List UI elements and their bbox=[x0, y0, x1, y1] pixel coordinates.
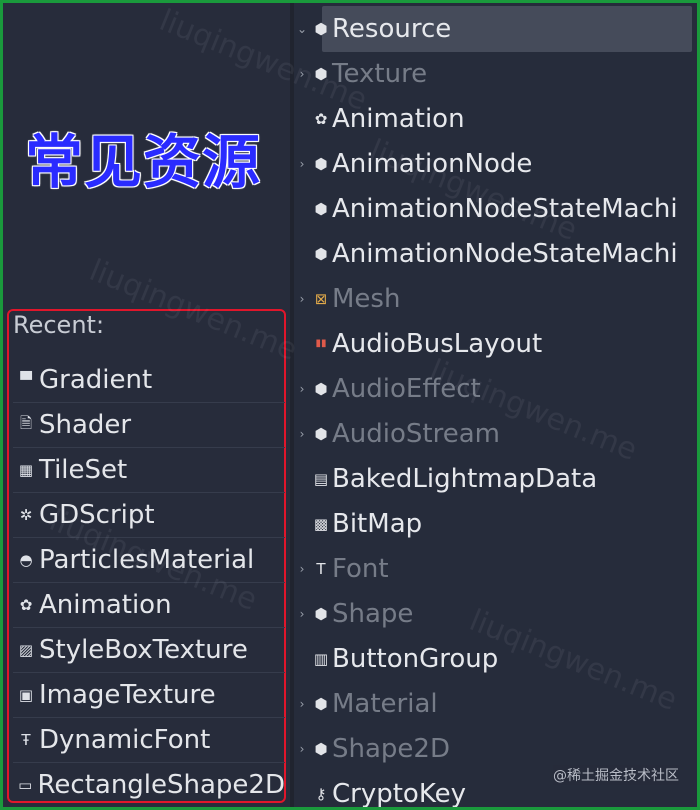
lightmap-icon: ▤ bbox=[313, 469, 329, 488]
tree-item-label: ButtonGroup bbox=[332, 643, 499, 674]
recent-item[interactable]: ▀ Gradient bbox=[13, 358, 285, 403]
tree-item[interactable]: › ⊠ Mesh bbox=[294, 276, 697, 321]
shader-icon: 🗎 bbox=[19, 413, 33, 432]
tree-item[interactable]: › ⬢ Shape bbox=[294, 591, 697, 636]
recent-item-label: GDScript bbox=[39, 500, 155, 530]
tree-item-label: AudioBusLayout bbox=[332, 328, 543, 359]
recent-item[interactable]: ▨ StyleBoxTexture bbox=[13, 628, 285, 673]
tree-item-label: Animation bbox=[332, 103, 465, 134]
recent-item-label: Shader bbox=[39, 410, 132, 440]
film-reel-icon: ✿ bbox=[314, 109, 328, 128]
font-icon: T bbox=[316, 559, 326, 578]
expand-arrow-icon[interactable]: › bbox=[294, 67, 310, 81]
resource-tree: ⌄ ⬢ Resource › ⬢ Texture ✿ Animation › ⬢ Animation… bbox=[294, 3, 697, 807]
tree-item-label: CryptoKey bbox=[332, 778, 466, 808]
tree-item[interactable]: › T Font bbox=[294, 546, 697, 591]
tree-item-label: AnimationNodeStateMachi bbox=[332, 238, 678, 269]
tree-item-label: Font bbox=[332, 553, 389, 584]
credit-text: @稀土掘金技术社区 bbox=[553, 765, 679, 785]
cube-icon: ⬢ bbox=[314, 64, 328, 83]
tree-item-label: Texture bbox=[332, 58, 428, 89]
recent-item[interactable]: ✲ GDScript bbox=[13, 493, 285, 538]
particles-icon: ◓ bbox=[19, 551, 33, 569]
film-reel-icon: ✿ bbox=[19, 596, 33, 614]
gradient-icon: ▀ bbox=[20, 371, 32, 389]
tree-item-label: BakedLightmapData bbox=[332, 463, 598, 494]
cube-icon: ⬢ bbox=[314, 19, 328, 38]
cube-icon: ⬢ bbox=[314, 199, 328, 218]
audio-bus-icon: ▮▮ bbox=[315, 338, 327, 349]
tree-item[interactable]: › ⬢ AnimationNode bbox=[294, 141, 697, 186]
cube-icon: ⬢ bbox=[314, 154, 328, 173]
tree-item-label: AnimationNodeStateMachi bbox=[332, 193, 678, 224]
expand-arrow-icon[interactable]: › bbox=[294, 742, 310, 756]
recent-item-label: TileSet bbox=[39, 455, 128, 485]
tree-item[interactable]: › ⬢ AudioEffect bbox=[294, 366, 697, 411]
tree-item-label: AudioEffect bbox=[332, 373, 481, 404]
recent-item[interactable]: ▭ RectangleShape2D bbox=[13, 763, 285, 807]
recent-item-label: ImageTexture bbox=[39, 680, 216, 710]
expand-arrow-icon[interactable]: › bbox=[294, 157, 310, 171]
recent-item[interactable]: ◓ ParticlesMaterial bbox=[13, 538, 285, 583]
button-group-icon: ▥ bbox=[313, 649, 329, 668]
left-pane: 常见资源 Recent: ▀ Gradient 🗎 Shader ▦ TileSet ✲ GD… bbox=[3, 3, 290, 807]
expand-arrow-icon[interactable]: › bbox=[294, 607, 310, 621]
font-icon: Ŧ bbox=[21, 731, 31, 749]
recent-item[interactable]: 🗎 Shader bbox=[13, 403, 285, 448]
recent-item[interactable]: ▣ ImageTexture bbox=[13, 673, 285, 718]
tree-item[interactable]: › ⬢ Texture bbox=[294, 51, 697, 96]
tree-item-label: Resource bbox=[332, 13, 452, 44]
cube-icon: ⬢ bbox=[314, 244, 328, 263]
recent-item-label: ParticlesMaterial bbox=[39, 545, 255, 575]
expand-arrow-icon[interactable]: ⌄ bbox=[294, 22, 310, 36]
page-title: 常见资源 bbox=[25, 128, 262, 196]
recent-item-label: Animation bbox=[39, 590, 172, 620]
cube-icon: ⬢ bbox=[314, 739, 328, 758]
image-icon: ▣ bbox=[18, 686, 34, 704]
expand-arrow-icon[interactable]: › bbox=[294, 427, 310, 441]
rectangle-icon: ▭ bbox=[18, 776, 33, 794]
tree-item[interactable]: ▤ BakedLightmapData bbox=[294, 456, 697, 501]
expand-arrow-icon[interactable]: › bbox=[294, 382, 310, 396]
recent-item-label: StyleBoxTexture bbox=[39, 635, 248, 665]
editor-frame: 常见资源 Recent: ▀ Gradient 🗎 Shader ▦ TileSet ✲ GD… bbox=[3, 3, 697, 807]
bitmap-icon: ▩ bbox=[313, 514, 329, 533]
tree-item[interactable]: › ⬢ Material bbox=[294, 681, 697, 726]
recent-item-label: RectangleShape2D bbox=[37, 770, 286, 800]
tileset-icon: ▦ bbox=[18, 461, 34, 479]
tree-item[interactable]: › ⬢ AudioStream bbox=[294, 411, 697, 456]
tree-item[interactable]: ▥ ButtonGroup bbox=[294, 636, 697, 681]
recent-list: ▀ Gradient 🗎 Shader ▦ TileSet ✲ GDScript ◓ Partic… bbox=[13, 358, 285, 807]
tree-item-label: AudioStream bbox=[332, 418, 500, 449]
tree-item-label: Material bbox=[332, 688, 438, 719]
tree-item-label: BitMap bbox=[332, 508, 423, 539]
tree-item-label: AnimationNode bbox=[332, 148, 533, 179]
mesh-icon: ⊠ bbox=[314, 289, 328, 308]
cube-icon: ⬢ bbox=[314, 694, 328, 713]
tree-item[interactable]: ⬢ AnimationNodeStateMachi bbox=[294, 186, 697, 231]
tree-item[interactable]: ▮▮ AudioBusLayout bbox=[294, 321, 697, 366]
cube-icon: ⬢ bbox=[314, 604, 328, 623]
recent-label: Recent: bbox=[13, 311, 105, 339]
gear-icon: ✲ bbox=[19, 506, 33, 524]
recent-item-label: DynamicFont bbox=[39, 725, 211, 755]
tree-item-label: Shape2D bbox=[332, 733, 450, 764]
cube-icon: ⬢ bbox=[314, 379, 328, 398]
recent-item[interactable]: ✿ Animation bbox=[13, 583, 285, 628]
recent-item[interactable]: ▦ TileSet bbox=[13, 448, 285, 493]
expand-arrow-icon[interactable]: › bbox=[294, 697, 310, 711]
tree-item[interactable]: ▩ BitMap bbox=[294, 501, 697, 546]
recent-item-label: Gradient bbox=[39, 365, 153, 395]
tree-item[interactable]: ⌄ ⬢ Resource bbox=[294, 6, 697, 51]
tree-item-label: Mesh bbox=[332, 283, 401, 314]
expand-arrow-icon[interactable]: › bbox=[294, 292, 310, 306]
stylebox-icon: ▨ bbox=[18, 641, 34, 659]
cube-icon: ⬢ bbox=[314, 424, 328, 443]
tree-item[interactable]: ✿ Animation bbox=[294, 96, 697, 141]
tree-item-label: Shape bbox=[332, 598, 414, 629]
expand-arrow-icon[interactable]: › bbox=[294, 562, 310, 576]
recent-item[interactable]: Ŧ DynamicFont bbox=[13, 718, 285, 763]
key-icon: ⚷ bbox=[315, 784, 327, 803]
tree-item[interactable]: ⬢ AnimationNodeStateMachi bbox=[294, 231, 697, 276]
